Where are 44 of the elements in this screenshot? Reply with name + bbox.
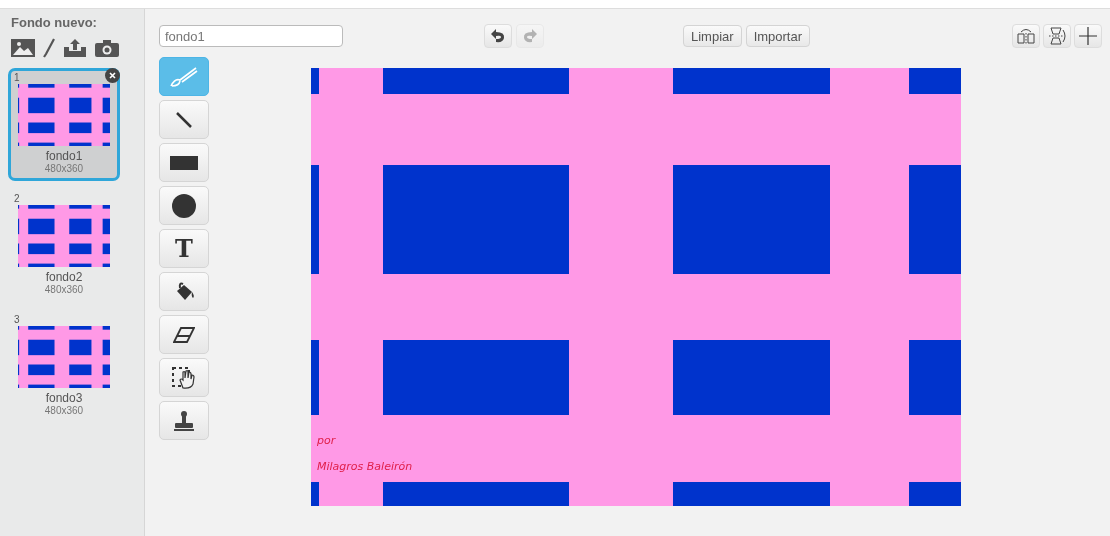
eraser-icon <box>173 326 195 343</box>
backdrop-number: 2 <box>14 193 20 204</box>
backdrop-size: 480x360 <box>44 405 84 416</box>
camera-icon[interactable] <box>95 39 119 57</box>
backdrop-number: 3 <box>14 314 20 325</box>
line-tool-button[interactable] <box>159 100 209 139</box>
action-button[interactable]: Importar <box>745 25 811 47</box>
canvas-text: Milagros Baleirón <box>317 460 413 473</box>
backdrop-thumbnail[interactable]: 2 fondo2 480x360 <box>8 189 120 302</box>
circle-icon <box>172 193 196 218</box>
backdrop-size: 480x360 <box>44 284 84 295</box>
eraser-tool-button[interactable] <box>159 315 209 354</box>
new-backdrop-label: Fondo nuevo: <box>11 15 97 30</box>
upload-icon[interactable] <box>63 38 87 58</box>
ellipse-tool-button[interactable] <box>159 186 209 225</box>
backdrop-size: 480x360 <box>44 163 84 174</box>
undo-button[interactable] <box>484 24 512 48</box>
backdrop-thumbnail[interactable]: 1 fondo1 480x360 <box>8 68 120 181</box>
flip-horizontal-button[interactable] <box>1012 24 1040 48</box>
delete-icon[interactable] <box>105 68 120 83</box>
set-center-button[interactable] <box>1074 24 1102 48</box>
select-tool-button[interactable] <box>159 358 209 397</box>
select-hand-icon <box>172 365 196 390</box>
backdrop-number: 1 <box>14 72 20 83</box>
backdrop-thumbnail[interactable]: 3 fondo3 480x360 <box>8 310 120 423</box>
stamp-tool-button[interactable] <box>159 401 209 440</box>
text-tool-button[interactable]: T <box>159 229 209 268</box>
flip-vertical-button[interactable] <box>1043 24 1071 48</box>
backdrop-name: fondo1 <box>45 149 83 163</box>
brush-icon <box>169 65 199 88</box>
backdrop-name: fondo2 <box>45 270 83 284</box>
brush-icon[interactable] <box>43 38 55 58</box>
action-button[interactable]: Limpiar <box>683 25 742 47</box>
image-library-icon[interactable] <box>11 39 35 57</box>
fill-tool-button[interactable] <box>159 272 209 311</box>
rect-tool-button[interactable] <box>159 143 209 182</box>
backdrop-name: fondo3 <box>45 391 83 405</box>
stamp-icon <box>173 409 195 432</box>
backdrop-name-field[interactable]: fondo1 <box>159 25 343 47</box>
rectangle-icon <box>170 155 198 170</box>
redo-icon <box>522 29 538 43</box>
line-icon <box>175 110 193 129</box>
undo-icon <box>490 29 506 43</box>
canvas-text: por <box>317 434 336 447</box>
